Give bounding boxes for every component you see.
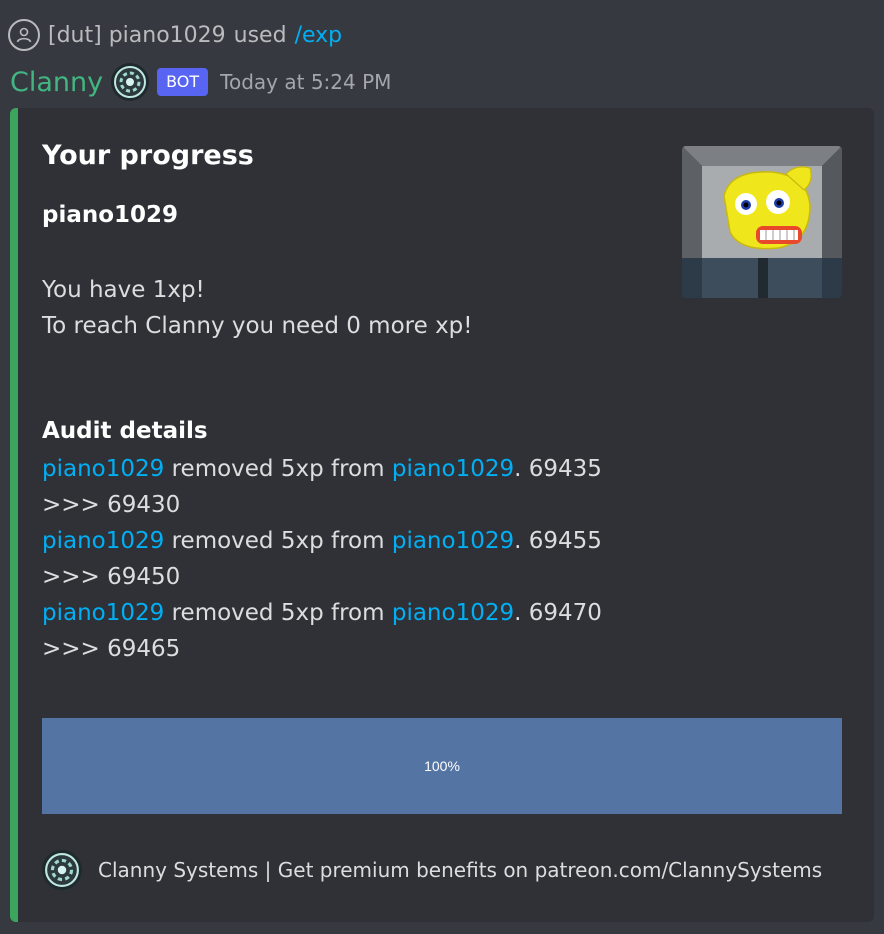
audit-result: >>> 69465 <box>42 636 181 662</box>
xp-line: You have 1xp! <box>42 277 205 303</box>
audit-title: Audit details <box>42 418 208 444</box>
audit-entry: piano1029 removed 5xp from piano1029. 69… <box>42 523 602 559</box>
clanny-logo-icon <box>42 850 82 890</box>
embed-thumbnail[interactable] <box>682 146 842 298</box>
actor-mention[interactable]: piano1029 <box>42 600 164 626</box>
embed: Your progress piano1029 You have 1xp! To… <box>10 108 874 922</box>
timestamp: Today at 5:24 PM <box>220 70 392 94</box>
audit-result: >>> 69450 <box>42 564 181 590</box>
footer-text: Clanny Systems | Get premium benefits on… <box>98 858 823 882</box>
actor-mention[interactable]: piano1029 <box>42 456 164 482</box>
bot-avatar[interactable] <box>111 63 150 101</box>
user-field-name: piano1029 <box>42 202 179 228</box>
reply-reference[interactable]: [dut] piano1029 used /exp <box>8 18 342 52</box>
reply-username[interactable]: [dut] piano1029 <box>48 23 226 48</box>
audit-detail: . 69470 <box>514 600 602 626</box>
progress-label: 100% <box>424 758 460 774</box>
audit-detail: . 69435 <box>514 456 602 482</box>
target-mention[interactable]: piano1029 <box>392 600 514 626</box>
embed-footer: Clanny Systems | Get premium benefits on… <box>42 850 822 890</box>
audit-action: removed 5xp from <box>164 456 392 482</box>
user-icon <box>8 19 40 51</box>
reply-action: used <box>233 22 287 48</box>
clanny-logo-icon <box>114 66 147 98</box>
reply-command[interactable]: /exp <box>295 23 343 48</box>
actor-mention[interactable]: piano1029 <box>42 528 164 554</box>
message-header: Clanny BOT Today at 5:24 PM <box>10 62 391 102</box>
target-mention[interactable]: piano1029 <box>392 528 514 554</box>
target-mention[interactable]: piano1029 <box>392 456 514 482</box>
audit-action: removed 5xp from <box>164 528 392 554</box>
reach-line: To reach Clanny you need 0 more xp! <box>42 313 473 339</box>
embed-title: Your progress <box>42 140 254 171</box>
bot-badge: BOT <box>157 68 209 96</box>
audit-entry: piano1029 removed 5xp from piano1029. 69… <box>42 595 602 631</box>
audit-detail: . 69455 <box>514 528 602 554</box>
audit-action: removed 5xp from <box>164 600 392 626</box>
progress-bar-image[interactable]: 100% <box>42 718 842 814</box>
audit-entry: piano1029 removed 5xp from piano1029. 69… <box>42 451 602 487</box>
audit-result: >>> 69430 <box>42 492 181 518</box>
author-name[interactable]: Clanny <box>10 67 103 98</box>
